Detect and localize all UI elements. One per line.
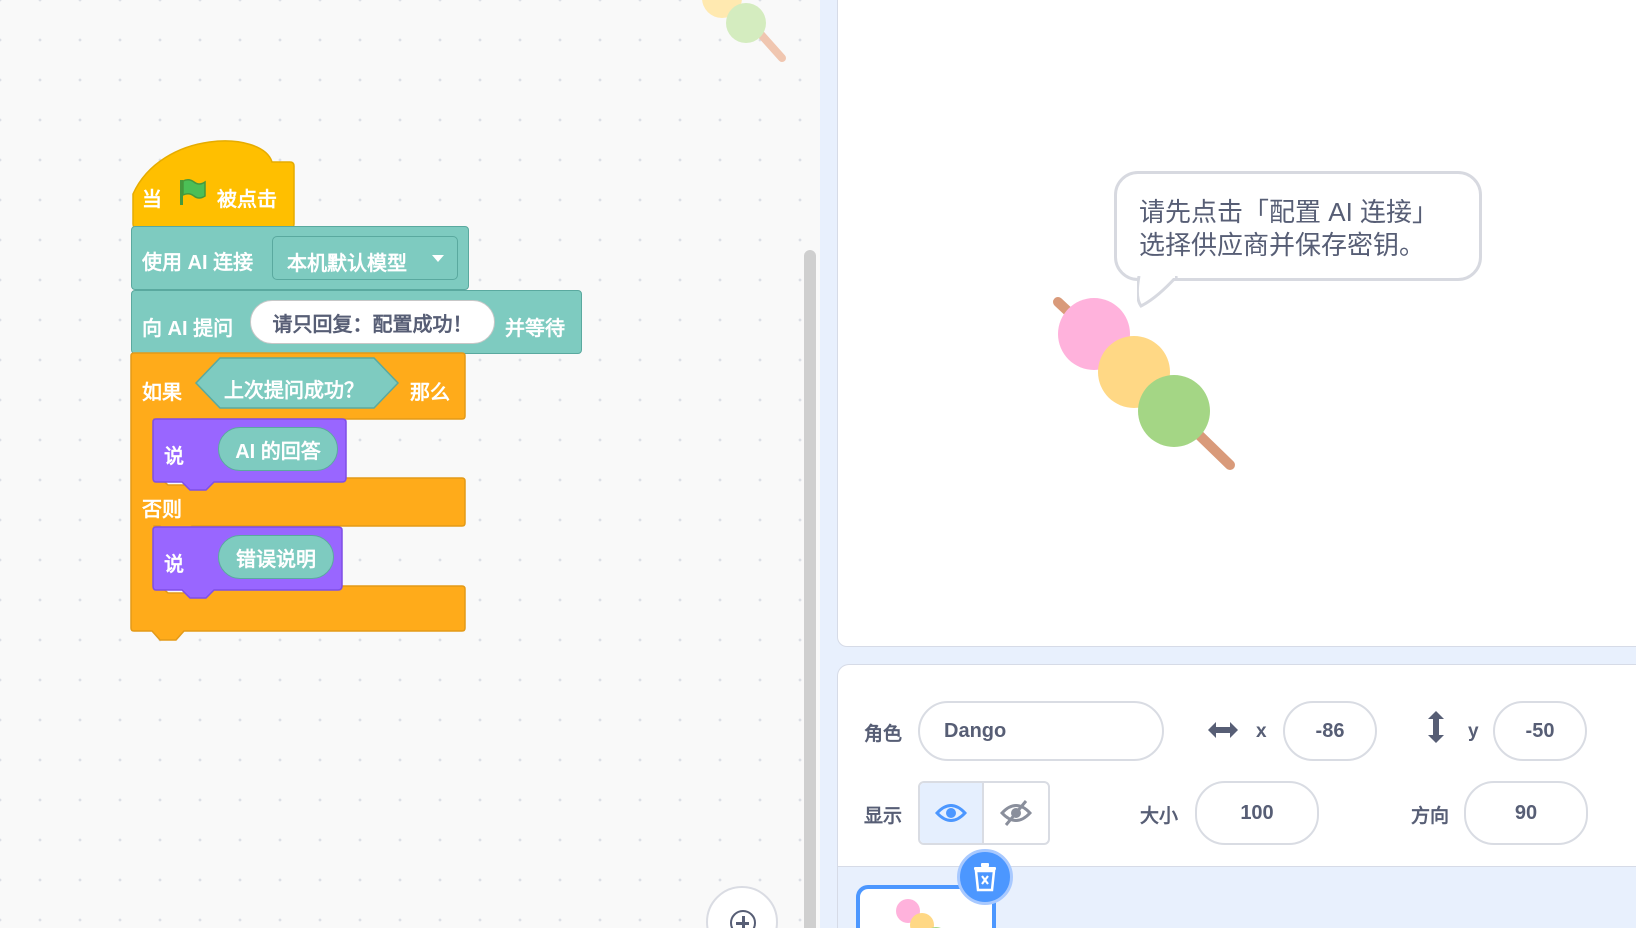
dango-sprite-preview: [702, 0, 786, 62]
zoom-in-icon: [730, 910, 756, 928]
green-flag-icon: [180, 178, 206, 205]
sprite-name-value: Dango: [944, 719, 1007, 742]
sprite-info-panel: 角色 Dango x -86 y -50 显示 大小 100 方向 90: [837, 664, 1636, 868]
ai-answer-reporter[interactable]: AI 的回答: [218, 427, 338, 471]
chevron-down-icon: [432, 255, 444, 262]
direction-value: 90: [1514, 801, 1538, 824]
else-label: 否则: [142, 499, 182, 521]
x-position-value: -86: [1315, 719, 1345, 742]
vertical-arrows-icon: [1428, 711, 1444, 743]
then-label: 那么: [410, 382, 450, 404]
speech-bubble-line-1: 请先点击「配置 AI 连接」: [1139, 197, 1439, 227]
ask-ai-label: 向 AI 提问: [142, 318, 234, 340]
x-position-input[interactable]: -86: [1283, 701, 1377, 761]
delete-sprite-button[interactable]: [957, 849, 1013, 905]
prompt-text: 请只回复：配置成功！: [272, 313, 473, 336]
visibility-toggle: [918, 781, 1050, 845]
prompt-input[interactable]: 请只回复：配置成功！: [250, 300, 495, 344]
ai-answer-text: AI 的回答: [235, 440, 321, 463]
sprite-name-input[interactable]: Dango: [918, 701, 1164, 761]
size-input[interactable]: 100: [1195, 781, 1319, 845]
size-value: 100: [1240, 801, 1274, 824]
code-workspace[interactable]: 当 被点击 使用 AI 连接 本机默认模型 向 AI 提问 请只回复：配置成功！…: [0, 0, 820, 928]
say-label-2: 说: [164, 554, 184, 576]
condition-text: 上次提问成功？: [224, 380, 364, 402]
y-position-value: -50: [1525, 719, 1555, 742]
direction-label: 方向: [1411, 806, 1450, 827]
say-label-1: 说: [164, 446, 184, 468]
workspace-scrollbar[interactable]: [804, 250, 816, 928]
error-message-text: 错误说明: [236, 548, 316, 571]
eye-icon: [935, 804, 968, 822]
speech-bubble: 请先点击「配置 AI 连接」 选择供应商并保存密钥。: [1114, 171, 1482, 281]
clicked-label: 被点击: [217, 189, 277, 211]
error-message-reporter[interactable]: 错误说明: [218, 535, 334, 579]
and-wait-label: 并等待: [505, 318, 565, 340]
dango-sprite[interactable]: [1048, 290, 1248, 480]
size-label: 大小: [1140, 806, 1179, 827]
sprite-name-label: 角色: [864, 724, 903, 745]
model-dropdown[interactable]: 本机默认模型: [272, 236, 458, 280]
trash-icon: [974, 863, 996, 892]
hide-button[interactable]: [984, 783, 1048, 843]
stage[interactable]: [837, 0, 1636, 647]
direction-input[interactable]: 90: [1464, 781, 1588, 845]
y-label: y: [1468, 721, 1479, 742]
show-button[interactable]: [920, 783, 985, 843]
if-label: 如果: [142, 382, 182, 404]
y-position-input[interactable]: -50: [1493, 701, 1587, 761]
show-label: 显示: [864, 806, 903, 827]
model-dropdown-value: 本机默认模型: [287, 253, 407, 275]
zoom-in-button[interactable]: [706, 886, 778, 928]
when-label: 当: [142, 189, 162, 211]
eye-slash-icon: [1000, 800, 1033, 826]
sprite-list: [837, 849, 1636, 928]
horizontal-arrows-icon: [1208, 722, 1238, 738]
x-label: x: [1256, 721, 1267, 742]
speech-bubble-line-2: 选择供应商并保存密钥。: [1139, 230, 1426, 260]
use-ai-connection-label: 使用 AI 连接: [142, 252, 254, 274]
speech-bubble-tail: [1137, 276, 1179, 308]
